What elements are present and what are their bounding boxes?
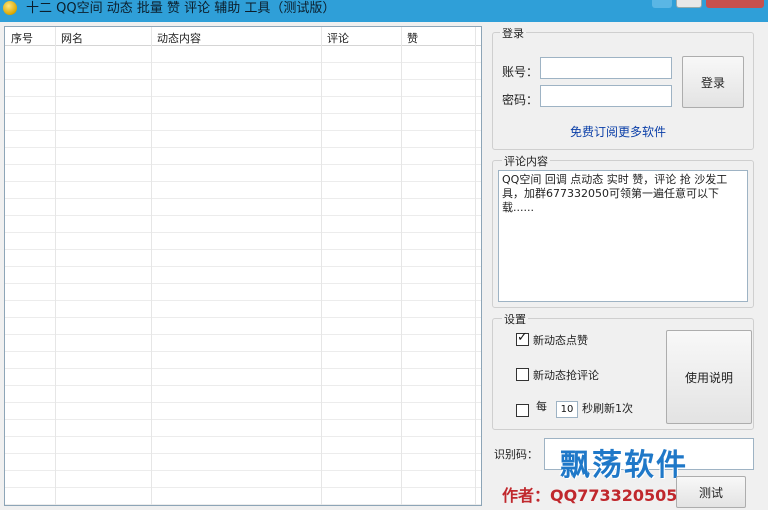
password-label: 密码： xyxy=(502,93,539,107)
settings-group-title: 设置 xyxy=(502,311,528,327)
list-body xyxy=(5,46,481,505)
login-group-title: 登录 xyxy=(500,25,526,41)
column-header-nickname[interactable]: 网名 xyxy=(61,30,83,46)
interval-prefix-label: 每 xyxy=(536,400,547,413)
list-header: 序号 网名 动态内容 评论 赞 xyxy=(5,27,481,46)
test-button[interactable]: 测试 xyxy=(676,476,746,508)
help-button[interactable]: 使用说明 xyxy=(666,330,752,424)
app-icon xyxy=(3,1,17,15)
column-header-index[interactable]: 序号 xyxy=(11,30,33,46)
maximize-button[interactable] xyxy=(676,0,702,8)
subscribe-link[interactable]: 免费订阅更多软件 xyxy=(570,123,666,140)
feed-list[interactable]: 序号 网名 动态内容 评论 赞 xyxy=(4,26,482,506)
auto-like-checkbox[interactable] xyxy=(516,330,529,346)
interval-checkbox[interactable] xyxy=(516,404,529,417)
window-title: 十二 QQ空间 动态 批量 赞 评论 辅助 工具（测试版） xyxy=(26,1,336,16)
auto-comment-label: 新动态抢评论 xyxy=(533,369,599,382)
login-button[interactable]: 登录 xyxy=(682,56,744,108)
column-divider xyxy=(401,27,402,505)
watermark-logo: 飘荡软件 xyxy=(560,448,688,483)
interval-suffix-label: 秒刷新1次 xyxy=(582,402,633,415)
column-divider xyxy=(55,27,56,505)
title-bar: 十二 QQ空间 动态 批量 赞 评论 辅助 工具（测试版） xyxy=(0,0,768,22)
author-label: 作者：QQ773320505 xyxy=(502,486,678,505)
column-divider xyxy=(151,27,152,505)
comment-textarea[interactable]: QQ空间 回调 点动态 实时 赞，评论 抢 沙发工具，加群677332050可领… xyxy=(498,170,748,302)
captcha-label: 识别码： xyxy=(494,448,538,461)
minimize-button[interactable] xyxy=(652,0,672,8)
auto-like-label: 新动态点赞 xyxy=(533,334,588,347)
close-button[interactable] xyxy=(706,0,764,8)
account-input[interactable] xyxy=(540,57,672,79)
interval-input[interactable]: 10 xyxy=(556,401,578,418)
column-divider xyxy=(475,27,476,505)
column-header-comment[interactable]: 评论 xyxy=(327,30,349,46)
column-header-like[interactable]: 赞 xyxy=(407,30,418,46)
column-header-content[interactable]: 动态内容 xyxy=(157,30,201,46)
auto-comment-checkbox[interactable] xyxy=(516,368,529,381)
comment-group-title: 评论内容 xyxy=(502,153,550,169)
password-input[interactable] xyxy=(540,85,672,107)
account-label: 账号： xyxy=(502,65,539,79)
column-divider xyxy=(321,27,322,505)
